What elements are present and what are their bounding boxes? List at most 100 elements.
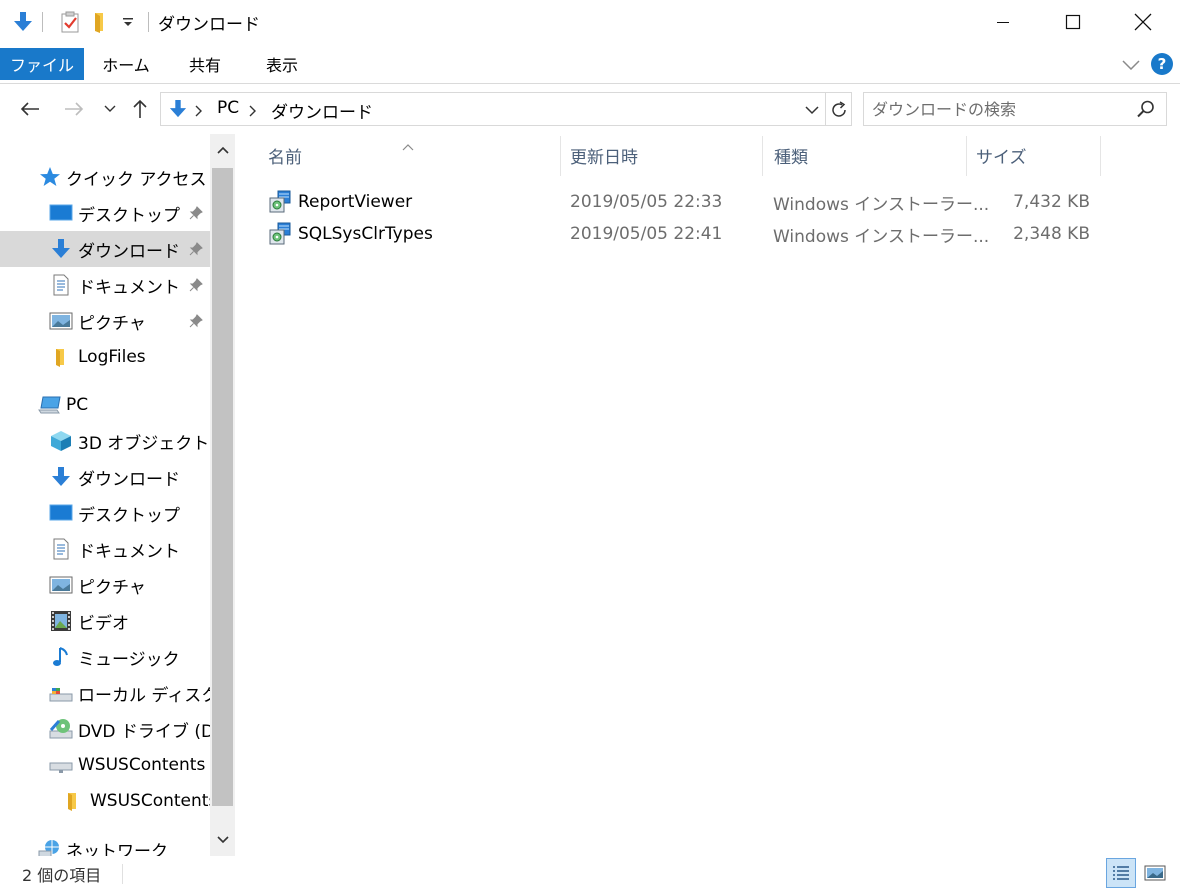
scroll-up-button[interactable] <box>210 134 235 166</box>
tab-share[interactable]: 共有 <box>172 46 238 82</box>
nav-item-3d-objects[interactable]: 3D オブジェクト <box>0 423 210 459</box>
back-arrow-icon <box>20 102 39 116</box>
nav-item-desktop-pc[interactable]: デスクトップ <box>0 495 210 531</box>
close-button[interactable] <box>1108 0 1178 44</box>
file-size: 2,348 KB <box>1013 224 1090 244</box>
pin-icon[interactable] <box>186 311 206 331</box>
forward-button[interactable] <box>60 96 88 122</box>
nav-item-pictures[interactable]: ピクチャ <box>0 303 210 339</box>
pin-icon[interactable] <box>186 239 206 259</box>
document-icon <box>49 273 73 297</box>
video-icon <box>49 609 73 633</box>
scroll-down-button[interactable] <box>210 824 235 856</box>
nav-label: デスクトップ <box>78 505 180 526</box>
file-row[interactable]: ReportViewer 2019/05/05 22:33 Windows イン… <box>264 186 1130 218</box>
column-header-modified[interactable]: 更新日時 <box>570 134 760 176</box>
back-button[interactable] <box>16 96 44 122</box>
network-drive-icon <box>49 753 73 777</box>
nav-item-documents[interactable]: ドキュメント <box>0 267 210 303</box>
chevron-down-icon <box>216 836 229 844</box>
nav-label: ピクチャ <box>78 313 146 334</box>
file-row[interactable]: SQLSysClrTypes 2019/05/05 22:41 Windows … <box>264 218 1130 250</box>
file-list: 名前 更新日時 種類 サイズ ReportViewer 2019/05/05 2… <box>236 134 1180 856</box>
large-icons-view-button[interactable] <box>1140 858 1170 888</box>
search-box[interactable] <box>863 92 1167 126</box>
breadcrumb-pc[interactable]: PC <box>217 98 239 118</box>
properties-icon[interactable] <box>56 10 84 34</box>
computer-icon <box>38 393 62 417</box>
recent-locations-button[interactable] <box>100 96 120 122</box>
column-header-size[interactable]: サイズ <box>976 134 1096 176</box>
minimize-button[interactable] <box>968 0 1038 44</box>
nav-label: WSUSContents <box>90 791 210 811</box>
nav-item-wsuscontents-drive[interactable]: WSUSContents ( <box>0 747 210 783</box>
close-icon <box>1134 13 1152 31</box>
refresh-button[interactable] <box>827 98 851 122</box>
search-icon[interactable] <box>1136 99 1156 119</box>
file-name: ReportViewer <box>298 192 413 212</box>
nav-label: ドキュメント <box>78 277 180 298</box>
details-view-button[interactable] <box>1106 858 1136 888</box>
nav-item-local-disk[interactable]: ローカル ディスク (C:) <box>0 675 210 711</box>
status-bar: 2 個の項目 <box>0 856 1180 890</box>
nav-network[interactable]: ネットワーク <box>0 831 210 856</box>
installer-package-icon <box>268 190 292 214</box>
maximize-button[interactable] <box>1038 0 1108 44</box>
tab-home[interactable]: ホーム <box>92 46 160 82</box>
customize-dropdown-icon[interactable] <box>116 10 140 34</box>
download-arrow-icon <box>49 237 73 261</box>
search-input[interactable] <box>872 98 1122 120</box>
nav-item-downloads-pc[interactable]: ダウンロード <box>0 459 210 495</box>
help-button[interactable]: ? <box>1150 52 1174 76</box>
nav-label: 3D オブジェクト <box>78 433 210 454</box>
document-icon <box>49 537 73 561</box>
nav-item-downloads[interactable]: ダウンロード <box>0 231 210 267</box>
address-bar[interactable]: PC ダウンロード <box>160 92 852 126</box>
chevron-down-icon <box>1122 60 1140 70</box>
nav-item-documents-pc[interactable]: ドキュメント <box>0 531 210 567</box>
nav-label: ネットワーク <box>66 841 168 857</box>
nav-quick-access[interactable]: クイック アクセス <box>0 159 210 195</box>
nav-item-music[interactable]: ミュージック <box>0 639 210 675</box>
column-header-name[interactable]: 名前 <box>268 134 558 176</box>
up-button[interactable] <box>128 96 152 122</box>
tab-file[interactable]: ファイル <box>0 48 84 80</box>
chevron-down-icon <box>805 105 819 114</box>
file-type: Windows インストーラー... <box>773 226 990 247</box>
nav-item-pictures-pc[interactable]: ピクチャ <box>0 567 210 603</box>
nav-item-videos[interactable]: ビデオ <box>0 603 210 639</box>
nav-item-wsuscontents-folder[interactable]: WSUSContents <box>0 783 210 819</box>
music-icon <box>49 645 73 669</box>
file-name: SQLSysClrTypes <box>298 224 433 244</box>
navigation-pane: クイック アクセス デスクトップ ダウンロード ドキュメント ピクチャ LogF… <box>0 134 236 856</box>
3d-objects-icon <box>49 429 73 453</box>
nav-this-pc[interactable]: PC <box>0 387 210 423</box>
pin-icon[interactable] <box>186 203 206 223</box>
breadcrumb-downloads[interactable]: ダウンロード <box>271 98 373 123</box>
nav-item-logfiles[interactable]: LogFiles <box>0 339 210 375</box>
picture-icon <box>49 309 73 333</box>
tab-view[interactable]: 表示 <box>250 46 314 82</box>
item-count: 2 個の項目 <box>22 866 102 885</box>
nav-label: デスクトップ <box>78 205 180 226</box>
nav-label: ダウンロード <box>78 241 180 262</box>
nav-label: ダウンロード <box>78 469 180 490</box>
help-icon: ? <box>1151 53 1173 75</box>
nav-item-desktop[interactable]: デスクトップ <box>0 195 210 231</box>
nav-item-dvd-drive[interactable]: DVD ドライブ (D:) <box>0 711 210 747</box>
new-folder-icon[interactable] <box>88 10 114 34</box>
column-header-type[interactable]: 種類 <box>774 134 964 176</box>
scroll-thumb[interactable] <box>212 168 233 806</box>
nav-pane-scrollbar[interactable] <box>210 134 235 856</box>
chevron-right-icon[interactable] <box>249 102 261 117</box>
expand-ribbon-button[interactable] <box>1118 54 1144 76</box>
desktop-icon <box>49 201 73 225</box>
pin-icon[interactable] <box>186 275 206 295</box>
address-dropdown-button[interactable] <box>801 102 823 118</box>
dvd-drive-icon <box>49 717 73 741</box>
nav-label: ドキュメント <box>78 541 180 562</box>
nav-label: ローカル ディスク (C:) <box>78 685 210 706</box>
file-size: 7,432 KB <box>1013 192 1090 212</box>
picture-icon <box>49 573 73 597</box>
download-arrow-icon <box>10 10 36 34</box>
